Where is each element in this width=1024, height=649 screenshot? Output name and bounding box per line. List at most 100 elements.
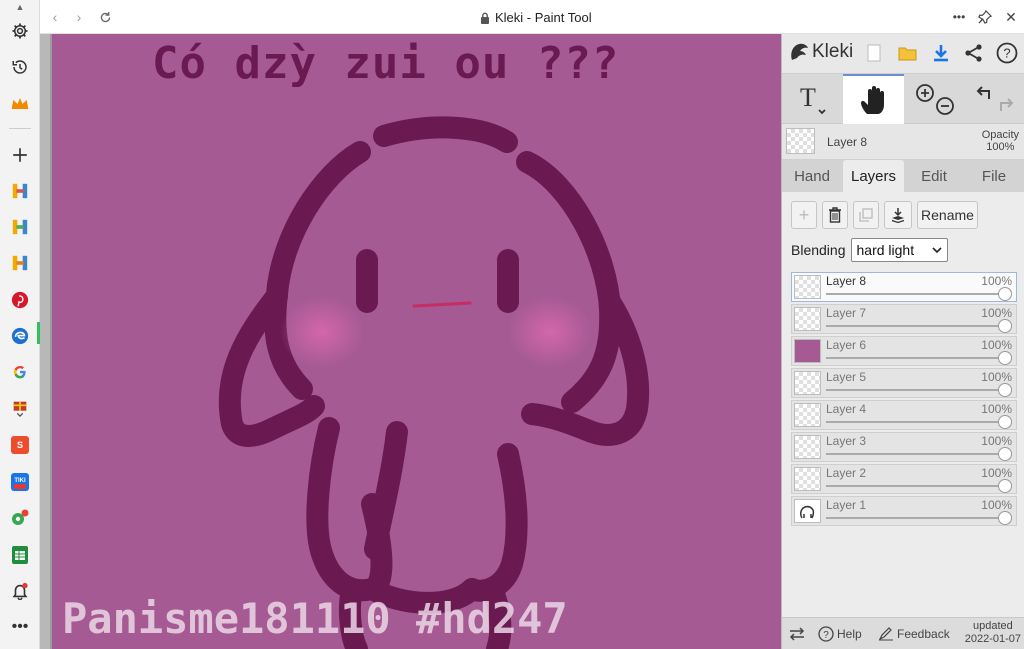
duplicate-layer-button[interactable] xyxy=(853,201,879,229)
settings-icon[interactable] xyxy=(8,19,32,43)
blending-control: Blending hard light xyxy=(791,238,948,262)
layer-opacity: 100% xyxy=(981,402,1012,416)
opacity-label: Opacity xyxy=(981,129,1019,141)
open-folder-icon[interactable] xyxy=(896,41,920,65)
h-app-icon[interactable] xyxy=(8,251,32,275)
tab-layers[interactable]: Layers xyxy=(843,160,904,192)
layer-item[interactable]: Layer 2 100% xyxy=(791,464,1017,494)
refresh-icon[interactable] xyxy=(96,8,114,26)
svg-text:S: S xyxy=(17,440,23,450)
canvas-caption-text: Có dzỳ zui ou ??? xyxy=(152,38,620,89)
layer-opacity-slider[interactable] xyxy=(826,293,1004,295)
more-options-icon[interactable]: ••• xyxy=(950,8,968,26)
add-layer-button[interactable]: + xyxy=(791,201,817,229)
pinterest-icon[interactable] xyxy=(8,288,32,312)
layer-opacity-knob[interactable] xyxy=(998,351,1012,365)
add-icon[interactable] xyxy=(8,143,32,167)
drawing-canvas[interactable]: Có dzỳ zui ou ??? Panisme181110 #hd247 xyxy=(52,34,781,649)
tab-file[interactable]: File xyxy=(968,160,1020,192)
h-app-icon[interactable] xyxy=(8,179,32,203)
brand-name: Kleki xyxy=(812,41,854,62)
undo-redo-buttons xyxy=(967,74,1022,124)
shopee-icon[interactable]: S xyxy=(8,433,32,457)
layer-name: Layer 5 xyxy=(826,370,867,384)
layer-item[interactable]: Layer 5 100% xyxy=(791,368,1017,398)
help-button[interactable]: ? Help xyxy=(818,618,862,649)
delete-layer-button[interactable] xyxy=(822,201,848,229)
layer-item[interactable]: Layer 4 100% xyxy=(791,400,1017,430)
new-image-icon[interactable] xyxy=(862,41,886,65)
layer-thumbnail xyxy=(794,403,821,427)
plus-icon: + xyxy=(798,204,810,225)
tab-hand[interactable]: Hand xyxy=(786,160,838,192)
hand-icon xyxy=(860,86,884,114)
merge-down-button[interactable] xyxy=(884,201,912,229)
h-app-icon[interactable] xyxy=(8,215,32,239)
layer-item[interactable]: Layer 8 100% xyxy=(791,272,1017,302)
layer-opacity-slider[interactable] xyxy=(826,485,1004,487)
redo-icon[interactable] xyxy=(999,98,1013,111)
layer-opacity-slider[interactable] xyxy=(826,357,1004,359)
layer-thumbnail xyxy=(794,435,821,459)
updated-date: 2022-01-07 xyxy=(964,633,1021,645)
gift-icon[interactable] xyxy=(8,396,32,420)
pin-icon[interactable] xyxy=(976,8,994,26)
edge-icon[interactable] xyxy=(8,324,32,348)
layer-opacity-slider[interactable] xyxy=(826,421,1004,423)
layer-opacity: 100% xyxy=(981,498,1012,512)
layer-opacity-slider[interactable] xyxy=(826,389,1004,391)
trash-icon xyxy=(829,207,841,223)
back-icon[interactable]: ‹ xyxy=(46,8,64,26)
layer-item[interactable]: Layer 1 100% xyxy=(791,496,1017,526)
crown-icon[interactable] xyxy=(8,92,32,116)
history-icon[interactable] xyxy=(8,55,32,79)
undo-icon[interactable] xyxy=(976,86,990,99)
kleki-logo[interactable]: Kleki xyxy=(788,40,853,64)
svg-text:TIKI: TIKI xyxy=(14,478,26,484)
layer-opacity-slider[interactable] xyxy=(826,453,1004,455)
layer-opacity-knob[interactable] xyxy=(998,287,1012,301)
layer-opacity-knob[interactable] xyxy=(998,447,1012,461)
text-tool-button[interactable]: T xyxy=(782,74,842,124)
layer-opacity-knob[interactable] xyxy=(998,383,1012,397)
tab-edit[interactable]: Edit xyxy=(908,160,960,192)
hand-tool-button[interactable] xyxy=(843,74,904,124)
more-icon[interactable]: ••• xyxy=(8,615,32,639)
layer-opacity-slider[interactable] xyxy=(826,517,1004,519)
merge-down-icon xyxy=(891,208,905,223)
blending-value: hard light xyxy=(856,242,915,258)
help-circle-icon[interactable]: ? xyxy=(995,41,1019,65)
layer-name: Layer 8 xyxy=(826,274,867,288)
layer-item[interactable]: Layer 6 100% xyxy=(791,336,1017,366)
layer-opacity-knob[interactable] xyxy=(998,415,1012,429)
help-icon: ? xyxy=(818,626,834,642)
bell-icon[interactable] xyxy=(8,579,32,603)
layer-opacity-knob[interactable] xyxy=(998,479,1012,493)
layer-opacity: 100% xyxy=(981,338,1012,352)
layer-opacity-slider[interactable] xyxy=(826,325,1004,327)
share-icon[interactable] xyxy=(962,41,986,65)
sheets-icon[interactable] xyxy=(8,543,32,567)
tiki-icon[interactable]: TIKI xyxy=(8,470,32,494)
rename-layer-button[interactable]: Rename xyxy=(917,201,978,229)
swap-sides-button[interactable] xyxy=(788,618,806,649)
layer-name: Layer 1 xyxy=(826,498,867,512)
zoom-out-icon[interactable] xyxy=(935,97,954,115)
blending-select[interactable]: hard light xyxy=(850,238,948,262)
feedback-button[interactable]: Feedback xyxy=(878,618,950,649)
layer-opacity-knob[interactable] xyxy=(998,511,1012,525)
zoom-in-icon[interactable] xyxy=(915,84,934,102)
layer-thumbnail xyxy=(794,307,821,331)
google-icon[interactable] xyxy=(8,360,32,384)
canvas-area[interactable]: Có dzỳ zui ou ??? Panisme181110 #hd247 xyxy=(40,34,781,649)
download-icon[interactable] xyxy=(929,41,953,65)
close-icon[interactable]: ✕ xyxy=(1002,8,1020,26)
zoom-buttons xyxy=(907,74,962,124)
forward-icon[interactable]: › xyxy=(70,8,88,26)
maps-icon[interactable] xyxy=(8,506,32,530)
layer-item[interactable]: Layer 7 100% xyxy=(791,304,1017,334)
layer-item[interactable]: Layer 3 100% xyxy=(791,432,1017,462)
collapse-arrow-icon[interactable]: ▲ xyxy=(8,2,32,12)
layer-thumbnail xyxy=(794,467,821,491)
layer-opacity-knob[interactable] xyxy=(998,319,1012,333)
